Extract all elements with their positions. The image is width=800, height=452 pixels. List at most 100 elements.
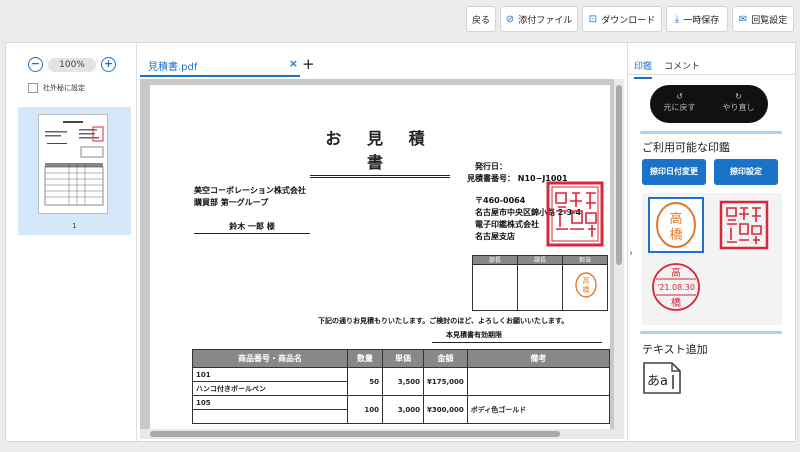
- horizontal-scroll-thumb[interactable]: [150, 431, 560, 437]
- zoom-control: − 100% +: [28, 57, 116, 72]
- back-button[interactable]: 戻る: [466, 6, 496, 32]
- section-divider: [640, 331, 782, 334]
- document-area: 見積書.pdf × + お 見 積 書 発行日： 見積書番号： N10−J100…: [138, 43, 626, 441]
- table-header-row: 商品番号・商品名 数量 単価 金額 備考: [192, 349, 611, 368]
- attach-file-label: 添付ファイル: [518, 15, 573, 26]
- paperclip-icon: ⊘: [505, 13, 515, 25]
- file-tab-label: 見積書.pdf: [148, 62, 198, 73]
- table-row: 101 50 3,500 ¥175,000: [192, 367, 611, 396]
- horizontal-scrollbar[interactable]: [140, 429, 624, 439]
- text-tool-icon: あa: [643, 362, 681, 394]
- page-thumbnail-selected[interactable]: 1: [18, 107, 131, 235]
- redo-label: やり直し: [722, 103, 755, 112]
- text-tool-label: あa: [647, 374, 668, 389]
- client-person: 鈴木 一郎 様: [194, 221, 310, 234]
- col-header-item: 商品番号・商品名: [192, 349, 348, 368]
- save-download-icon: ⤓: [674, 13, 680, 25]
- sender-branch: 名古屋支店: [475, 232, 515, 241]
- file-tab-bar: 見積書.pdf × +: [138, 53, 626, 77]
- stamp-list: 高 橋 高 '21.08.30 橋: [642, 193, 782, 325]
- zoom-level: 100%: [48, 57, 96, 72]
- add-tab-button[interactable]: +: [302, 55, 315, 73]
- tool-tabs: 印鑑 コメント: [628, 53, 796, 79]
- validity-label: 本見積書有効期限: [432, 330, 602, 343]
- close-tab-icon[interactable]: ×: [289, 57, 298, 70]
- corporate-seal-graphic: [719, 200, 769, 250]
- col-header-unit-price: 単価: [382, 349, 424, 368]
- approval-col-person-in-charge: 担当 高 橋: [563, 256, 607, 310]
- estimate-notice: 下記の通りお見積もりいたします。ご検討のほど、よろしくお願いいたします。: [318, 317, 569, 325]
- svg-text:橋: 橋: [583, 285, 590, 294]
- attach-file-button[interactable]: ⊘ 添付ファイル: [500, 6, 578, 32]
- circulation-settings-label: 回覧設定: [751, 15, 788, 26]
- approval-col-section-chief: 課長: [518, 256, 563, 310]
- undo-icon: ↺: [676, 92, 683, 101]
- mail-icon: ✉: [738, 13, 748, 25]
- panel-toggle-chevron-icon[interactable]: ›: [629, 248, 633, 259]
- change-stamp-date-button[interactable]: 捺印日付変更: [642, 159, 706, 185]
- stamp-name-top: 高: [669, 211, 682, 227]
- approval-header-manager: 部長: [473, 256, 517, 265]
- pdf-page[interactable]: お 見 積 書 発行日： 見積書番号： N10−J1001 美空コーポレーション…: [150, 85, 611, 429]
- date-stamp-graphic: 高 '21.08.30 橋: [652, 263, 700, 311]
- confidential-checkbox-row[interactable]: 社外秘に設定: [28, 83, 85, 93]
- stamp-option-takahashi[interactable]: 高 橋: [648, 197, 704, 253]
- tab-stamp[interactable]: 印鑑: [634, 59, 653, 79]
- stamp-option-date-takahashi[interactable]: 高 '21.08.30 橋: [648, 259, 704, 315]
- confidential-label: 社外秘に設定: [43, 84, 85, 92]
- row2-amount: ¥300,000: [423, 395, 468, 424]
- temp-save-button[interactable]: ⤓ 一時保存: [666, 6, 728, 32]
- row2-qty: 100: [347, 395, 383, 424]
- issue-date: 発行日：: [475, 162, 507, 171]
- date-stamp-top: 高: [671, 266, 681, 279]
- row1-name: ハンコ付きボールペン: [192, 381, 348, 396]
- approval-header-section-chief: 課長: [518, 256, 562, 265]
- approval-stamp-takahashi: 高 橋: [575, 272, 597, 298]
- undo-redo-group: ↺ 元に戻す ↻ やり直し: [650, 85, 768, 123]
- stamp-settings-button[interactable]: 捺印設定: [714, 159, 778, 185]
- thumbnail-panel: − 100% + 社外秘に設定 1: [6, 43, 137, 441]
- text-add-tool[interactable]: あa: [642, 361, 682, 395]
- file-tab[interactable]: 見積書.pdf ×: [140, 53, 300, 77]
- row1-note: [466, 367, 611, 396]
- row2-unit-price: 3,000: [382, 395, 424, 424]
- available-stamps-title: ご利用可能な印鑑: [642, 141, 730, 154]
- thumbnail-page-number: 1: [72, 222, 77, 230]
- download-file-icon: ⊡: [588, 13, 598, 25]
- circulation-settings-button[interactable]: ✉ 回覧設定: [732, 6, 794, 32]
- estimate-table: 商品番号・商品名 数量 単価 金額 備考 101 50 3,500 ¥175,0…: [192, 349, 611, 424]
- row2-name: [192, 409, 348, 424]
- row1-qty: 50: [347, 367, 383, 396]
- zoom-in-button[interactable]: +: [101, 57, 116, 72]
- tool-panel: › 印鑑 コメント ↺ 元に戻す ↻ やり直し ご利用可能な印鑑 捺印日付変更 …: [627, 43, 796, 441]
- section-divider: [640, 131, 782, 134]
- download-button[interactable]: ⊡ ダウンロード: [582, 6, 662, 32]
- top-toolbar: 戻る ⊘ 添付ファイル ⊡ ダウンロード ⤓ 一時保存 ✉ 回覧設定: [0, 0, 800, 40]
- col-header-amount: 金額: [423, 349, 468, 368]
- vertical-scroll-thumb[interactable]: [616, 85, 622, 265]
- row1-code: 101: [192, 367, 348, 382]
- confidential-checkbox[interactable]: [28, 83, 38, 93]
- thumbnail-preview-graphic: [44, 121, 104, 206]
- vertical-scrollbar[interactable]: [614, 79, 624, 429]
- approval-col-manager: 部長: [473, 256, 518, 310]
- stamp-takahashi-graphic: 高 橋: [656, 202, 696, 248]
- corporate-seal-stamp: [546, 181, 604, 247]
- date-stamp-bottom: 橋: [671, 296, 681, 309]
- postal-code: 〒460-0064: [475, 196, 526, 205]
- undo-button[interactable]: ↺ 元に戻す: [650, 85, 709, 123]
- client-company: 美空コーポレーション株式会社: [194, 186, 306, 195]
- download-label: ダウンロード: [601, 15, 656, 26]
- row1-amount: ¥175,000: [423, 367, 468, 396]
- stamp-option-corporate-seal[interactable]: [716, 197, 772, 253]
- row1-unit-price: 3,500: [382, 367, 424, 396]
- redo-button[interactable]: ↻ やり直し: [709, 85, 768, 123]
- tab-comment[interactable]: コメント: [664, 59, 700, 72]
- col-header-note: 備考: [466, 349, 611, 368]
- pdf-viewer[interactable]: お 見 積 書 発行日： 見積書番号： N10−J1001 美空コーポレーション…: [140, 79, 624, 429]
- page-thumbnail[interactable]: [38, 114, 108, 214]
- zoom-out-button[interactable]: −: [28, 57, 43, 72]
- text-add-title: テキスト追加: [642, 343, 708, 356]
- main-frame: − 100% + 社外秘に設定 1 見積書.pdf × + お 見 積 書 発行…: [5, 42, 796, 442]
- back-button-label: 戻る: [471, 15, 490, 26]
